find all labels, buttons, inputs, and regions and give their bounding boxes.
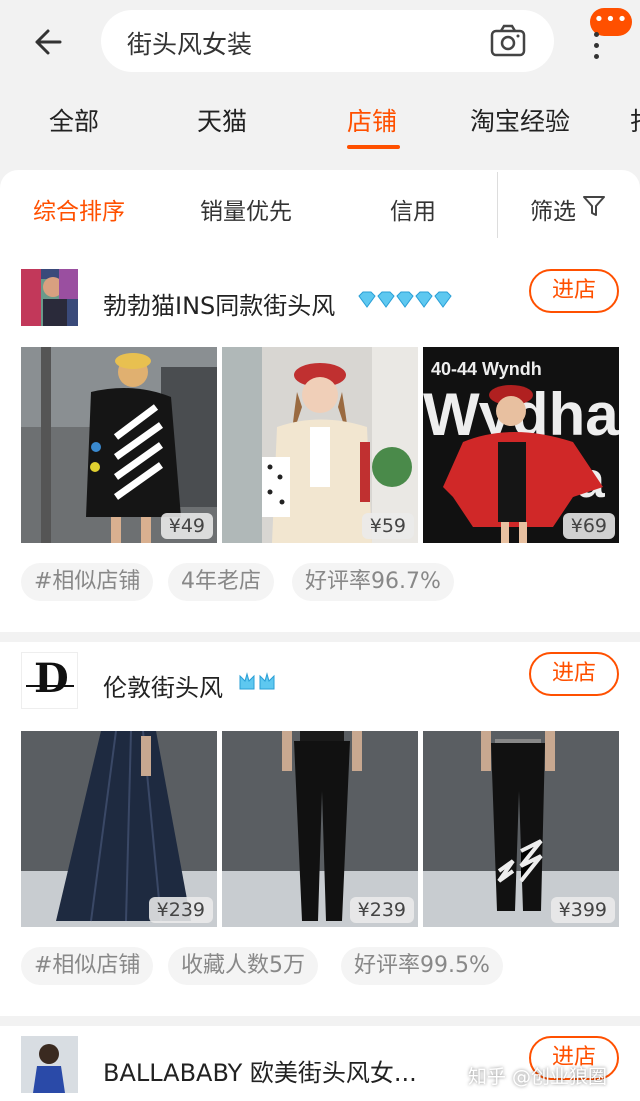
product-thumbnail[interactable]: ¥239 [21, 731, 217, 927]
rating-tag: 好评率96.7% [292, 563, 454, 601]
shop-logo[interactable] [21, 269, 78, 326]
tab-more[interactable]: 打 [630, 102, 640, 138]
sort-credit[interactable]: 信用 [390, 192, 436, 226]
product-thumbnail[interactable]: ¥49 [21, 347, 217, 543]
search-query[interactable]: 街头风女装 [127, 25, 252, 61]
shop-age-tag: 4年老店 [168, 563, 274, 601]
search-bar[interactable]: 街头风女装 [101, 10, 554, 72]
product-price: ¥49 [160, 513, 213, 539]
product-thumbnail[interactable]: ¥239 [222, 731, 418, 927]
product-price: ¥69 [562, 513, 615, 539]
enter-shop-button[interactable]: 进店 [529, 269, 619, 313]
product-thumbnail[interactable]: ¥59 [222, 347, 418, 543]
category-tabs: 全部 天猫 店铺 淘宝经验 打 [0, 90, 640, 160]
tab-taobao-experience[interactable]: 淘宝经验 [470, 102, 570, 138]
watermark: 知乎 @创业狼圈 [468, 1066, 608, 1088]
enter-shop-button[interactable]: 进店 [529, 652, 619, 696]
sort-bar: 综合排序 销量优先 信用 筛选 [0, 170, 640, 242]
shop-name[interactable]: 勃勃猫INS同款街头风 [103, 286, 335, 321]
shop-card[interactable]: D 伦敦街头风 进店 ¥239 ¥239 ¥399 #相似店铺 收藏人数5万 好… [0, 642, 640, 1016]
more-menu[interactable]: ••• [584, 8, 636, 68]
shop-card[interactable]: 勃勃猫INS同款街头风 进店 ¥49 ¥59 40-44 Wyndh ¥69 #… [0, 242, 640, 632]
tab-tmall[interactable]: 天猫 [197, 102, 247, 138]
svg-text:40-44 Wyndh: 40-44 Wyndh [431, 359, 542, 379]
filter-icon[interactable] [582, 194, 606, 218]
sort-sales[interactable]: 销量优先 [200, 192, 292, 226]
sort-divider [497, 172, 498, 238]
filter-button[interactable]: 筛选 [530, 192, 576, 226]
similar-shops-tag[interactable]: #相似店铺 [21, 947, 154, 985]
sort-comprehensive[interactable]: 综合排序 [33, 192, 125, 226]
product-price: ¥239 [349, 897, 414, 923]
top-bar: 街头风女装 ••• [0, 0, 640, 90]
active-tab-indicator [347, 145, 400, 149]
product-price: ¥59 [361, 513, 414, 539]
shop-name[interactable]: BALLABABY 欧美街头风女... [103, 1053, 417, 1088]
shop-name[interactable]: 伦敦街头风 [103, 668, 223, 703]
shop-logo[interactable] [21, 1036, 78, 1093]
product-thumbnail[interactable]: ¥399 [423, 731, 619, 927]
diamond-rating-icon [358, 291, 452, 308]
product-thumbnail[interactable]: 40-44 Wyndh Wydha la ¥69 [423, 347, 619, 543]
tab-shops[interactable]: 店铺 [347, 102, 397, 138]
crown-rating-icon [239, 672, 275, 690]
shop-logo[interactable]: D [21, 652, 78, 709]
back-arrow-icon[interactable] [28, 22, 68, 62]
similar-shops-tag[interactable]: #相似店铺 [21, 563, 154, 601]
product-price: ¥239 [148, 897, 213, 923]
tab-all[interactable]: 全部 [49, 102, 99, 138]
favorites-count-tag: 收藏人数5万 [168, 947, 318, 985]
more-dots-icon[interactable] [594, 32, 600, 65]
rating-tag: 好评率99.5% [341, 947, 503, 985]
product-price: ¥399 [550, 897, 615, 923]
camera-icon[interactable] [490, 24, 526, 58]
